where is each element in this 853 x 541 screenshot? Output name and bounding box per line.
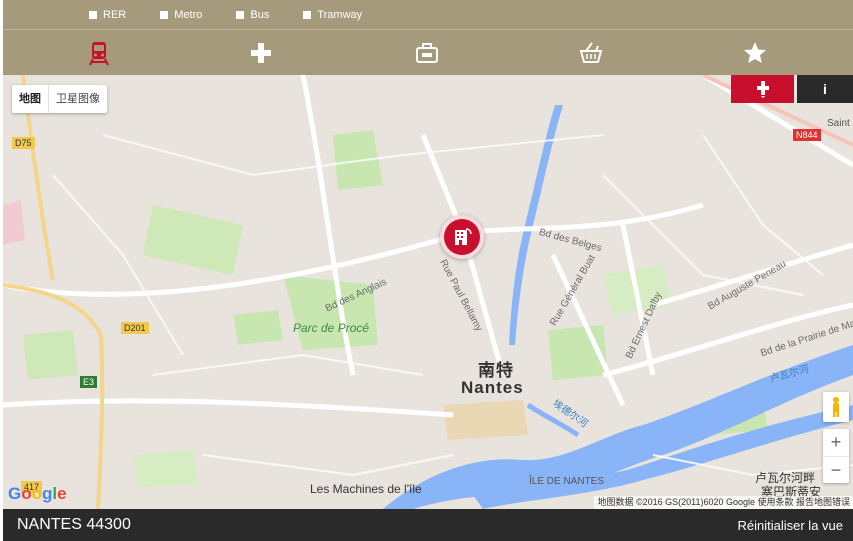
road-shield-d201: D201	[121, 322, 149, 334]
filter-bus-label: Bus	[250, 8, 270, 21]
filter-metro[interactable]: Metro	[160, 9, 202, 21]
filter-tramway-label: Tramway	[317, 8, 363, 21]
location-marker[interactable]	[440, 215, 484, 259]
info-button[interactable]: i	[797, 75, 853, 103]
road-shield-n844: N844	[793, 129, 821, 141]
transport-filter-bar: RER Metro Bus Tramway	[3, 0, 853, 29]
footer-bar: NANTES 44300 Réinitialiser la vue	[3, 509, 853, 541]
map-type-switch: 地图 卫星图像	[12, 85, 107, 113]
bus-checkbox[interactable]	[236, 10, 245, 19]
zoom-control: + −	[823, 429, 849, 483]
plus-icon	[756, 81, 769, 98]
medical-cross-icon[interactable]	[248, 40, 274, 66]
label-les-machines: Les Machines de l'île	[310, 482, 422, 496]
filter-tramway[interactable]: Tramway	[303, 9, 362, 21]
info-icon: i	[823, 81, 827, 97]
filter-metro-label: Metro	[174, 8, 203, 21]
reset-view-link[interactable]: Réinitialiser la vue	[738, 518, 844, 533]
map-attribution[interactable]: 地图数据 ©2016 GS(2011)6020 Google 使用条款 报告地图…	[594, 496, 853, 509]
category-bar	[3, 29, 853, 75]
briefcase-icon[interactable]	[414, 40, 440, 66]
label-saint: Saint	[827, 118, 850, 129]
map-view[interactable]: 地图 卫星图像 i D75 D201 E3 N844 417 Bd des An…	[3, 75, 853, 509]
address-label: NANTES 44300	[17, 516, 131, 533]
rer-checkbox[interactable]	[89, 10, 97, 19]
street-view-pegman-icon[interactable]	[823, 392, 849, 422]
label-ile-de-nantes: ÎLE DE NANTES	[529, 476, 605, 487]
google-logo: Google	[8, 484, 67, 503]
road-shield-e3: E3	[80, 376, 98, 388]
label-parc-de-proce: Parc de Procé	[293, 321, 370, 335]
add-button[interactable]	[731, 75, 794, 103]
filter-rer[interactable]: RER	[89, 9, 126, 21]
building-icon	[455, 228, 472, 245]
filter-bus[interactable]: Bus	[236, 9, 269, 21]
map-type-map-tab[interactable]: 地图	[12, 85, 48, 113]
shopping-basket-icon[interactable]	[578, 40, 604, 66]
label-city: Nantes	[461, 378, 524, 397]
metro-checkbox[interactable]	[160, 10, 169, 19]
map-type-satellite-tab[interactable]: 卫星图像	[48, 85, 107, 113]
zoom-in-button[interactable]: +	[823, 429, 849, 456]
tramway-checkbox[interactable]	[303, 10, 312, 19]
star-icon[interactable]	[742, 40, 768, 66]
train-icon[interactable]	[86, 40, 112, 66]
road-shield-d75: D75	[12, 137, 35, 149]
zoom-out-button[interactable]: −	[823, 456, 849, 483]
filter-rer-label: RER	[103, 8, 127, 21]
